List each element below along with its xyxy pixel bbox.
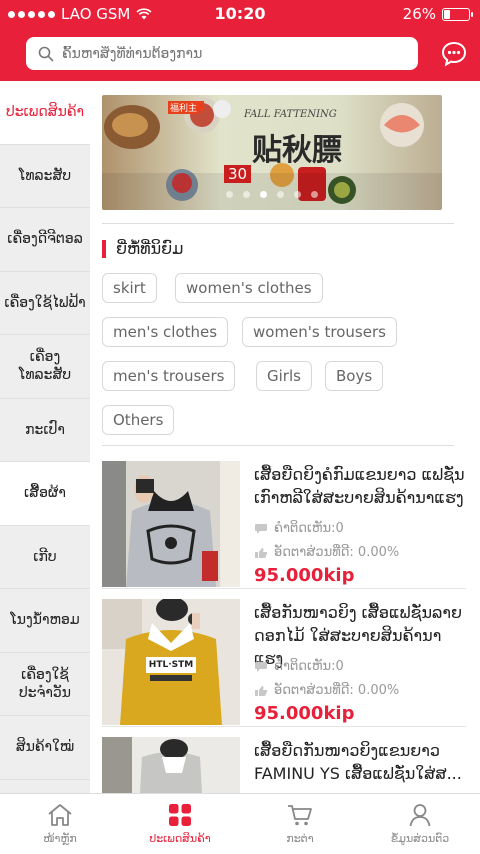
tab-label: ໜ້າຫຼັກ [43,832,77,845]
banner-tagline: FALL FATTENING [244,109,337,120]
sidebar-item-perfume[interactable]: ໂນງນ້ຳຫອມ [0,589,90,653]
comment-count: ຄຳຕິດເຫັນ:0 [274,521,344,536]
tag-womens-trousers[interactable]: women's trousers [242,317,397,347]
product-card[interactable]: HTL·STM ເສື້ອກັນໜາວຍິງ ເສື້ອແຟຊັ່ນລາຍດອກ… [102,599,466,727]
sidebar-item-daily-goods[interactable]: ເຄື່ອງໃຊ້ ປະຈຳວັນ [0,653,90,716]
divider [102,445,454,446]
tag-mens-trousers[interactable]: men's trousers [102,361,236,391]
status-bar: LAO GSM 10:20 26% [0,0,480,28]
popular-brands-heading: ຍີ່ຫໍ້ທີ່ນິຍົມ [102,239,183,258]
product-rating: ອັດຕາສ່ວນທີ່ດີ: 0.00% [254,683,399,698]
sidebar-item-bags[interactable]: ກະເປົາ [0,399,90,462]
status-right: 26% [402,5,473,23]
pagination-dot [311,191,318,198]
product-price: 95.000kip [254,703,355,724]
tab-cart[interactable]: ກະຕ່າ [240,794,360,854]
sidebar-item-shoes[interactable]: ເກີບ [0,526,90,589]
cart-icon [288,805,312,826]
tab-label: ປະເພດສິນຄ້າ [149,832,211,845]
product-thumbnail [102,737,240,793]
tab-home[interactable]: ໜ້າຫຼັກ [0,794,120,854]
banner-headline: 贴秋膘 [252,133,342,168]
tag-girls[interactable]: Girls [256,361,312,391]
sidebar-item-label: ປະເພດສິນຄ້າ [5,104,85,121]
sidebar-item-phones[interactable]: ໂທລະສັບ [0,145,90,208]
pagination-dot [277,191,284,198]
search-input[interactable] [62,45,418,62]
product-card[interactable]: ເສື້ອຍືດກັນໜາວຍິງແຂນຍາວ FAMINU YS ເສື້ອແ… [102,737,466,793]
app-header: LAO GSM 10:20 26% [0,0,480,81]
user-icon [409,804,431,827]
pagination-dot [294,191,301,198]
promo-banner[interactable]: 福利主 FALL FATTENING 贴秋膘 30 [102,95,442,210]
search-icon [38,46,54,61]
sidebar-item-phone-accessories[interactable]: ເຄື່ອງໂທລະສັບ [0,335,90,399]
tag-mens-clothes[interactable]: men's clothes [102,317,229,347]
sidebar-item-new-products[interactable]: ສິນຄ້າໃໝ່ [0,716,90,780]
pagination-dot [243,191,250,198]
banner-promo: 30 [224,165,252,183]
sidebar-item-label: ໂນງນ້ຳຫອມ [10,612,80,629]
sidebar-item-categories[interactable]: ປະເພດສິນຄ້າ [0,81,90,145]
product-thumbnail: HTL·STM [102,599,240,725]
product-comments: ຄຳຕິດເຫັນ:0 [254,521,344,536]
bottom-tab-bar: ໜ້າຫຼັກ ປະເພດສິນຄ້າ ກະຕ່າ ຂໍ້ມູນສ່ວນຕົວ [0,793,480,854]
pagination-dot [226,191,233,198]
banner-badge: 福利主 [168,101,200,114]
product-title: ເສື້ອຍືດຍິງຄໍກົມແຂນຍາວ ແຟຊັ່ນເກົາຫລີໃສ່ສ… [254,465,465,507]
divider [102,223,454,224]
sidebar-item-label: ສິນຄ້າໃໝ່ [15,739,75,756]
sidebar-item-label: ເຄື່ອງດີຈີຕອລ [7,231,83,248]
thumbs-up-icon [255,547,268,558]
tab-label: ກະຕ່າ [286,832,314,845]
tab-categories[interactable]: ປະເພດສິນຄ້າ [120,794,240,854]
sidebar-item-appliances[interactable]: ເຄື່ອງໃຊ້ໄຟຟ້າ [0,272,90,335]
comment-count: ຄຳຕິດເຫັນ:0 [274,659,344,674]
pagination-dot [260,191,267,198]
product-thumbnail [102,461,240,587]
chat-bubble-icon [441,41,467,67]
banner-pagination [102,191,442,198]
tab-profile[interactable]: ຂໍ້ມູນສ່ວນຕົວ [360,794,480,854]
sidebar-item-label: ເຄື່ອງໂທລະສັບ [18,349,72,384]
sidebar-item-label: ເຄື່ອງໃຊ້ ປະຈຳວັນ [18,666,71,701]
thumbs-up-icon [255,685,268,696]
sidebar-item-clothing[interactable]: ເສື້ອຜ້າ [0,462,90,526]
sidebar-item-label: ກະເປົາ [25,421,65,438]
sidebar-item-digital[interactable]: ເຄື່ອງດີຈີຕອລ [0,208,90,272]
grid-icon [169,804,191,826]
main-content: 福利主 FALL FATTENING 贴秋膘 30 ຍີ່ຫໍ້ທີ່ນິຍົມ… [90,81,480,793]
tag-skirt[interactable]: skirt [102,273,157,303]
tag-womens-clothes[interactable]: women's clothes [175,273,323,303]
heading-accent-bar [102,239,106,258]
sidebar-item-label: ໂທລະສັບ [18,167,72,184]
rating-percent: ອັດຕາສ່ວນທີ່ດີ: 0.00% [274,683,400,698]
product-rating: ອັດຕາສ່ວນທີ່ດີ: 0.00% [254,545,399,560]
home-icon [48,804,72,826]
comment-icon [255,523,267,534]
product-card[interactable]: ເສື້ອຍືດຍິງຄໍກົມແຂນຍາວ ແຟຊັ່ນເກົາຫລີໃສ່ສ… [102,461,466,589]
tab-label: ຂໍ້ມູນສ່ວນຕົວ [390,832,450,845]
sidebar-item-label: ເກີບ [33,548,57,565]
tag-boys[interactable]: Boys [325,361,384,391]
divider [102,588,466,589]
sidebar-item-label: ເຄື່ອງໃຊ້ໄຟຟ້າ [4,294,86,311]
search-bar[interactable] [26,37,418,70]
product-title: ເສື້ອຍືດກັນໜາວຍິງແຂນຍາວ FAMINU YS ເສື້ອແ… [254,741,462,783]
comment-icon [255,661,267,672]
message-button[interactable] [440,40,468,68]
divider [102,726,466,727]
battery-icon [442,7,473,21]
sidebar-item-label: ເສື້ອຜ້າ [24,485,66,502]
rating-percent: ອັດຕາສ່ວນທີ່ດີ: 0.00% [274,545,400,560]
category-sidebar: ປະເພດສິນຄ້າ ໂທລະສັບ ເຄື່ອງດີຈີຕອລ ເຄື່ອງ… [0,81,90,793]
tag-others[interactable]: Others [102,405,175,435]
product-comments: ຄຳຕິດເຫັນ:0 [254,659,344,674]
battery-percent: 26% [402,5,436,23]
product-price: 95.000kip [254,565,355,586]
shirt-print-text: HTL·STM [148,660,194,670]
section-title-text: ຍີ່ຫໍ້ທີ່ນິຍົມ [116,239,184,258]
